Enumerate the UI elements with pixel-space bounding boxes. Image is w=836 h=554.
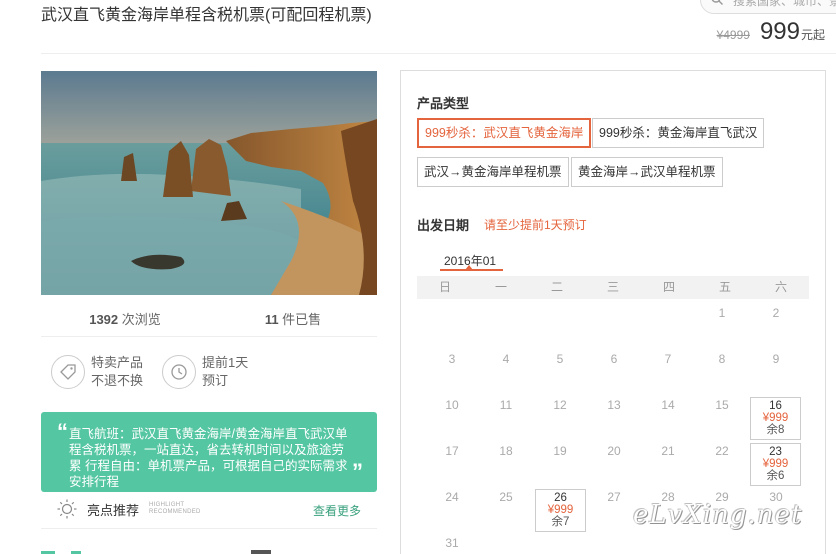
calendar-day: 15 xyxy=(715,398,729,412)
calendar-day: 7 xyxy=(664,352,672,366)
option-goldcoast-wuhan-oneway[interactable]: 黄金海岸→武汉单程机票 xyxy=(571,157,723,187)
day-remaining: 余8 xyxy=(766,424,785,436)
feature-advance-booking: 提前1天 预订 xyxy=(162,354,248,390)
calendar-day: 20 xyxy=(607,444,621,458)
header-divider xyxy=(41,53,836,54)
search-icon[interactable] xyxy=(711,0,723,5)
clock-icon xyxy=(162,355,196,389)
day-number: 26 xyxy=(554,492,567,504)
calendar-day: 10 xyxy=(445,398,459,412)
calendar-day: 8 xyxy=(718,352,726,366)
next-section-preview xyxy=(41,550,271,554)
open-quote-icon: “ xyxy=(57,419,68,444)
calendar-day: 27 xyxy=(607,490,621,504)
weekday-thu: 四 xyxy=(662,280,675,294)
calendar-day: 2 xyxy=(772,306,780,320)
sold-stat: 11 件已售 xyxy=(264,312,322,327)
search-input[interactable]: 搜索国家、城市、景 xyxy=(733,0,836,9)
calendar-day: 22 xyxy=(715,444,729,458)
weekday-tue: 二 xyxy=(550,280,563,294)
price-block: ¥4999 999 元起 xyxy=(717,18,825,46)
calendar-day: 5 xyxy=(556,352,564,366)
search-box[interactable]: 搜索国家、城市、景 xyxy=(700,0,836,14)
option-wuhan-goldcoast-oneway[interactable]: 武汉→黄金海岸单程机票 xyxy=(417,157,569,187)
day-price: ¥999 xyxy=(762,412,789,424)
calendar-day: 14 xyxy=(661,398,675,412)
day-remaining: 余6 xyxy=(766,470,785,482)
stats-divider xyxy=(41,336,377,337)
calendar-day: 31 xyxy=(445,536,459,550)
original-price: ¥4999 xyxy=(716,28,750,42)
calendar-day: 9 xyxy=(772,352,780,366)
booking-tip: 请至少提前1天预订 xyxy=(484,218,587,232)
weekday-header: 日 一 二 三 四 五 六 xyxy=(417,276,809,299)
current-price: 999 xyxy=(759,18,800,45)
watermark: eLvXing.net xyxy=(633,500,803,530)
calendar-day: 18 xyxy=(499,444,513,458)
calendar-day: 11 xyxy=(499,398,513,412)
departure-date-label: 出发日期 xyxy=(417,218,470,233)
day-price: ¥999 xyxy=(762,458,789,470)
calendar-day: 17 xyxy=(445,444,459,458)
calendar-day-available[interactable]: 26 ¥999 余7 xyxy=(535,489,586,532)
day-number: 16 xyxy=(769,400,782,412)
price-unit: 元起 xyxy=(800,28,825,42)
feature-line1: 特卖产品 xyxy=(91,355,144,370)
day-price: ¥999 xyxy=(547,504,574,516)
feature-line2: 预订 xyxy=(202,373,229,388)
calendar-day: 3 xyxy=(448,352,456,366)
month-caret-icon xyxy=(465,265,473,270)
calendar-day: 12 xyxy=(553,398,567,412)
weekday-fri: 五 xyxy=(718,280,731,294)
highlight-en-2: RECOMMENDED xyxy=(149,509,201,515)
calendar-day: 24 xyxy=(445,490,459,504)
calendar-day-available[interactable]: 23 ¥999 余6 xyxy=(750,443,801,486)
weekday-wed: 三 xyxy=(606,280,619,294)
feature-line2: 不退不换 xyxy=(91,373,144,388)
close-quote-icon: ” xyxy=(352,459,363,484)
stats-row: 1392 次浏览 11 件已售 xyxy=(41,309,377,328)
calendar-day: 21 xyxy=(661,444,675,458)
highlight-box: “ 直飞航班：武汉直飞黄金海岸/黄金海岸直飞武汉单程含税机票，一站直达，省去转机… xyxy=(41,412,377,492)
day-number: 23 xyxy=(769,446,782,458)
highlight-title: 亮点推荐 xyxy=(87,502,140,518)
calendar-day: 19 xyxy=(553,444,567,458)
views-stat: 1392 次浏览 xyxy=(89,312,161,327)
highlight-text: 直飞航班：武汉直飞黄金海岸/黄金海岸直飞武汉单程含税机票，一站直达，省去转机时间… xyxy=(69,427,348,489)
option-999-wuhan-goldcoast[interactable]: 999秒杀：武汉直飞黄金海岸 xyxy=(417,118,592,148)
view-more-link[interactable]: 查看更多 xyxy=(313,502,361,519)
feature-special-offer: 特卖产品 不退不换 xyxy=(51,354,143,390)
calendar-day: 13 xyxy=(607,398,621,412)
product-type-label: 产品类型 xyxy=(417,96,470,111)
page-title: 武汉直飞黄金海岸单程含税机票(可配回程机票) xyxy=(41,7,372,24)
sun-icon xyxy=(57,499,77,519)
calendar-day: 6 xyxy=(610,352,618,366)
calendar-day-available[interactable]: 16 ¥999 余8 xyxy=(750,397,801,440)
calendar-day: 1 xyxy=(718,306,726,320)
weekday-sat: 六 xyxy=(774,280,787,294)
weekday-mon: 一 xyxy=(494,280,507,294)
weekday-sun: 日 xyxy=(438,280,451,294)
highlight-en-1: HIGHLIGHT xyxy=(149,502,185,508)
tag-icon xyxy=(51,355,85,389)
product-photo xyxy=(41,71,377,295)
highlight-divider xyxy=(41,528,377,529)
option-999-goldcoast-wuhan[interactable]: 999秒杀：黄金海岸直飞武汉 xyxy=(592,118,765,148)
day-remaining: 余7 xyxy=(551,516,570,528)
highlight-header: 亮点推荐 HIGHLIGHT RECOMMENDED xyxy=(57,499,201,519)
calendar-day: 4 xyxy=(502,352,510,366)
feature-line1: 提前1天 xyxy=(202,355,249,370)
calendar-day: 25 xyxy=(499,490,513,504)
